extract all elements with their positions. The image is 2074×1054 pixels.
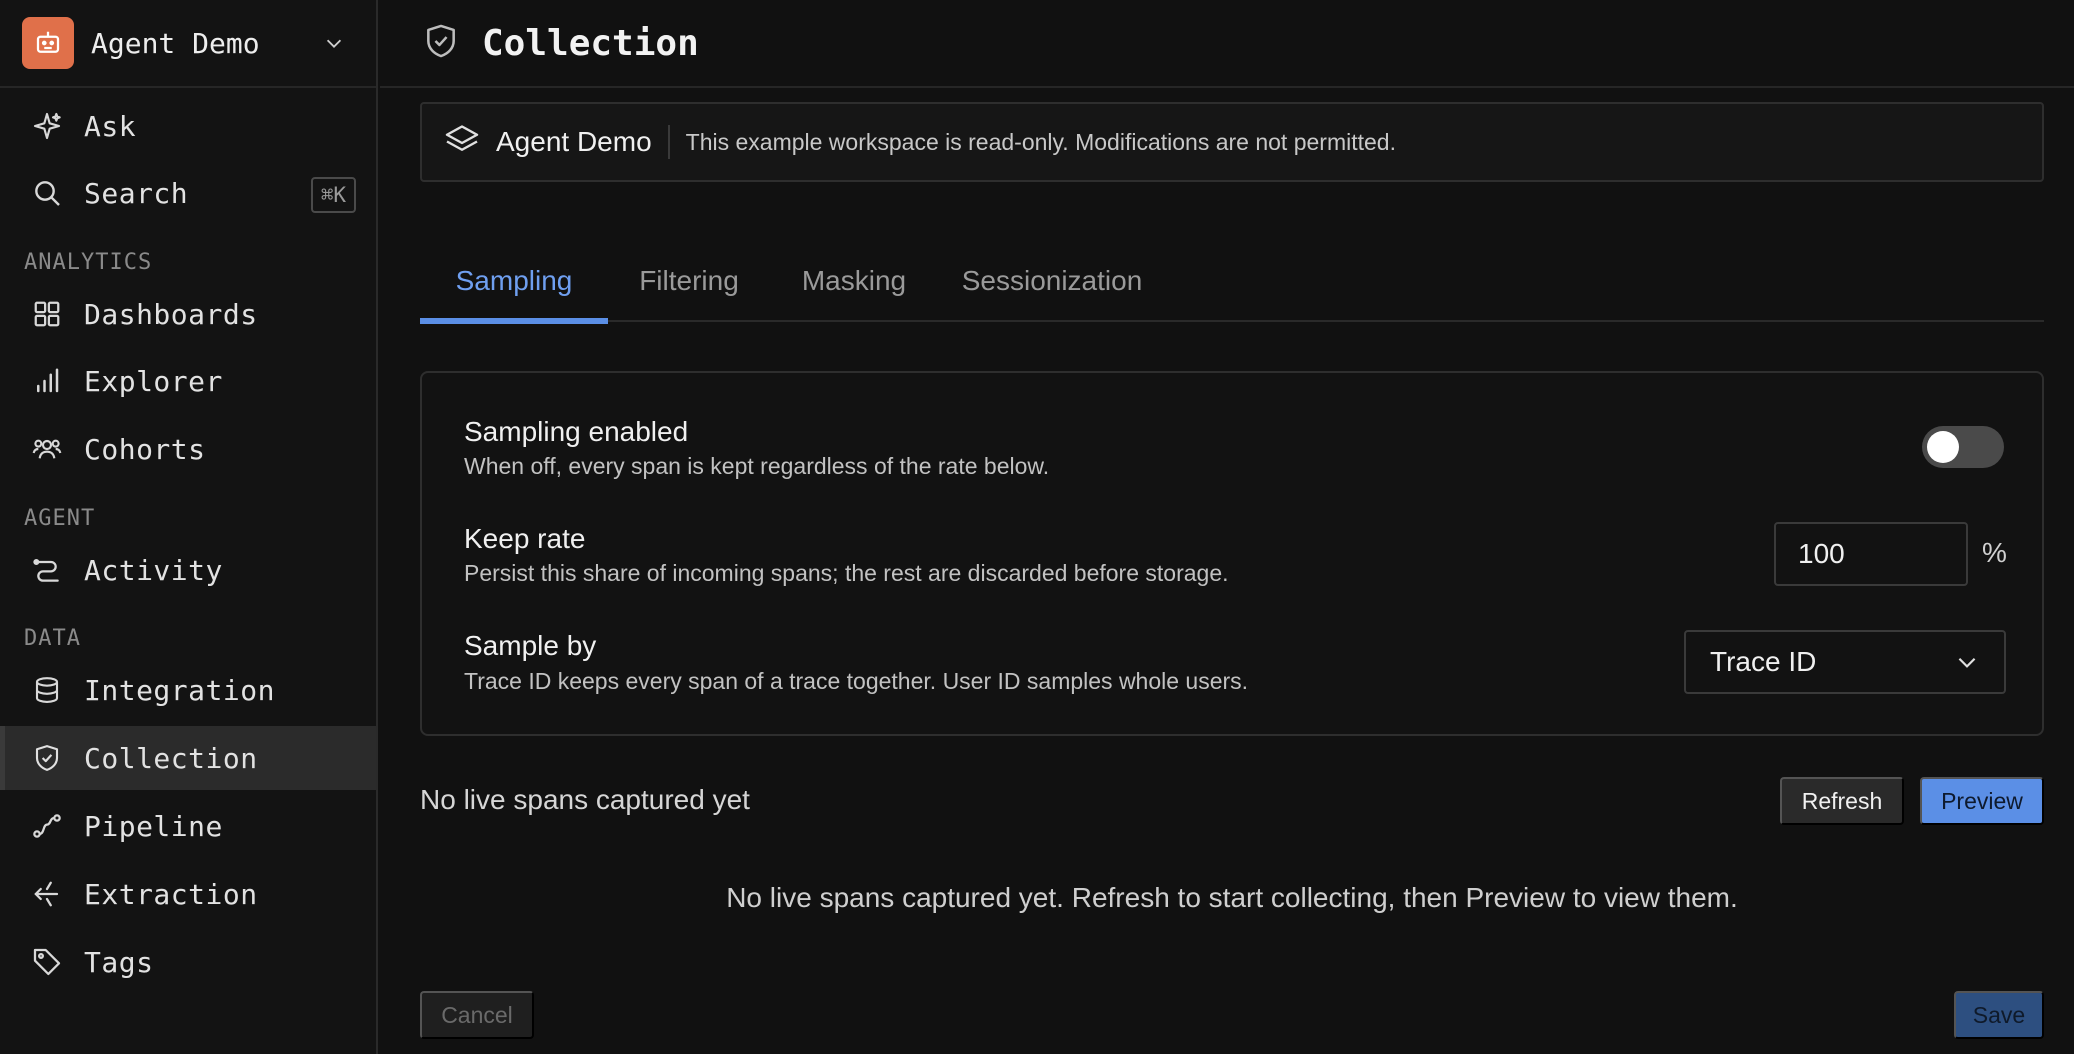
sampling-enabled-title: Sampling enabled (464, 416, 689, 447)
bar-chart-icon (30, 364, 64, 398)
keep-rate-unit: % (1982, 537, 2007, 568)
cancel-button[interactable]: Cancel (420, 991, 534, 1039)
sidebar-item-extraction[interactable]: Extraction (0, 862, 376, 926)
sample-by-select[interactable]: Trace ID (1684, 630, 2006, 694)
shield-check-icon (30, 741, 64, 775)
preview-button[interactable]: Preview (1920, 777, 2044, 825)
tag-icon (30, 945, 64, 979)
sparkle-icon (30, 109, 64, 143)
section-label-agent: AGENT (24, 506, 96, 531)
route-icon (30, 553, 64, 587)
sidebar-item-label: Collection (84, 741, 258, 775)
chevron-down-icon (1952, 647, 1982, 677)
empty-state-message: No live spans captured yet. Refresh to s… (726, 882, 1738, 913)
sidebar-item-label: Pipeline (84, 809, 223, 843)
keep-rate-input[interactable] (1774, 522, 1968, 586)
banner-workspace-name: Agent Demo (496, 126, 652, 157)
sidebar-item-label: Explorer (84, 364, 223, 398)
sidebar-item-label: Dashboards (84, 297, 258, 331)
sidebar-item-pipeline[interactable]: Pipeline (0, 794, 376, 858)
sampling-settings-card: Sampling enabled When off, every span is… (420, 371, 2044, 736)
sidebar-item-label: Activity (84, 553, 223, 587)
search-icon (30, 176, 64, 210)
banner-message: This example workspace is read-only. Mod… (685, 128, 1396, 155)
divider (667, 125, 670, 159)
refresh-button[interactable]: Refresh (1780, 777, 1904, 825)
workspace-name: Agent Demo (91, 26, 260, 60)
sample-by-description: Trace ID keeps every span of a trace tog… (464, 668, 1249, 694)
shield-check-icon (422, 22, 460, 65)
sidebar-item-search[interactable]: Search ⌘K (0, 161, 376, 225)
toggle-knob (1927, 431, 1959, 463)
sample-by-title: Sample by (464, 630, 597, 661)
sidebar-item-explorer[interactable]: Explorer (0, 349, 376, 413)
sidebar-item-tags[interactable]: Tags (0, 930, 376, 994)
sampling-enabled-toggle[interactable] (1922, 426, 2004, 468)
sidebar-item-label: Cohorts (84, 432, 206, 466)
section-label-data: DATA (24, 626, 81, 651)
sidebar-item-label: Search (84, 176, 189, 210)
tab-filtering[interactable]: Filtering (608, 240, 770, 322)
sidebar-item-activity[interactable]: Activity (0, 538, 376, 602)
grid-icon (30, 297, 64, 331)
users-icon (30, 432, 64, 466)
save-button[interactable]: Save (1954, 991, 2044, 1039)
sidebar-item-label: Extraction (84, 877, 258, 911)
tab-masking[interactable]: Masking (770, 240, 938, 322)
sample-by-value: Trace ID (1710, 646, 1817, 677)
tab-sessionization[interactable]: Sessionization (938, 240, 1166, 322)
sidebar-item-collection[interactable]: Collection (0, 726, 376, 790)
live-spans-title: No live spans captured yet (420, 784, 750, 815)
page-title: Collection (482, 22, 699, 64)
pipeline-icon (30, 809, 64, 843)
sidebar-item-label: Tags (84, 945, 154, 979)
keep-rate-description: Persist this share of incoming spans; th… (464, 560, 1229, 586)
sidebar: Agent Demo Ask Search ⌘K ANALYTICS Dashb… (0, 0, 378, 1054)
page-header: Collection (380, 0, 2074, 88)
chevron-down-icon (320, 29, 348, 57)
sidebar-item-integration[interactable]: Integration (0, 658, 376, 722)
database-icon (30, 673, 64, 707)
sidebar-item-dashboards[interactable]: Dashboards (0, 282, 376, 346)
keep-rate-title: Keep rate (464, 523, 586, 554)
sidebar-item-label: Integration (84, 673, 275, 707)
read-only-banner: Agent Demo This example workspace is rea… (420, 102, 2044, 182)
keyboard-shortcut-badge: ⌘K (310, 177, 356, 213)
tab-sampling[interactable]: Sampling (420, 240, 608, 324)
layers-icon (444, 122, 480, 163)
sidebar-item-ask[interactable]: Ask (0, 94, 376, 158)
sidebar-item-label: Ask (84, 109, 137, 143)
robot-icon (22, 17, 74, 69)
tab-bar: Sampling Filtering Masking Sessionizatio… (420, 240, 2044, 324)
extract-icon (30, 877, 64, 911)
sidebar-item-cohorts[interactable]: Cohorts (0, 417, 376, 481)
section-label-analytics: ANALYTICS (24, 250, 153, 275)
sampling-enabled-description: When off, every span is kept regardless … (464, 453, 1050, 479)
workspace-switcher[interactable]: Agent Demo (0, 0, 376, 88)
